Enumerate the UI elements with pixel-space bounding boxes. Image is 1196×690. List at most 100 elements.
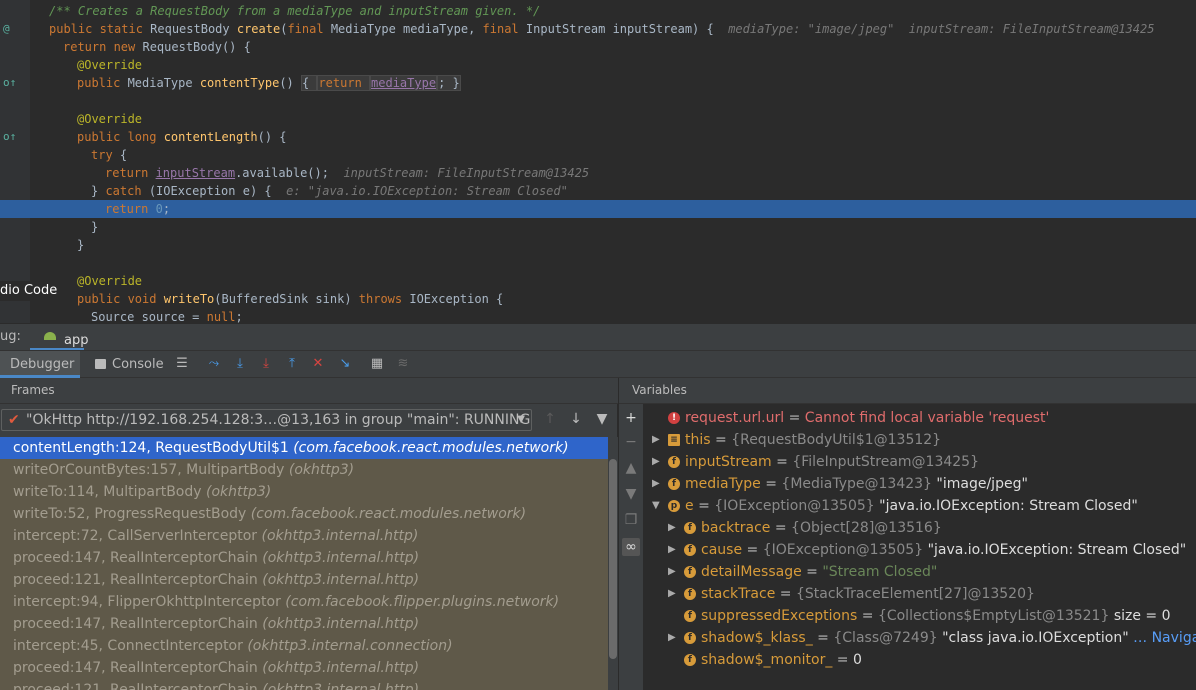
code-line[interactable]: o↑ public long contentLength() {: [0, 128, 1196, 146]
expand-arrow-icon[interactable]: ▶: [652, 473, 660, 495]
run-to-cursor-icon[interactable]: ↘: [337, 356, 353, 372]
frame-row[interactable]: intercept:72, CallServerInterceptor (okh…: [0, 525, 608, 547]
variable-row[interactable]: ▶ f mediaType = {MediaType@13423} "image/j…: [643, 473, 1196, 495]
copy-button[interactable]: ❐: [622, 511, 640, 529]
code-line[interactable]: return new RequestBody() {: [0, 38, 1196, 56]
variable-equals: =: [771, 454, 793, 470]
frames-scrollbar[interactable]: [608, 437, 618, 690]
code-line[interactable]: public void writeTo(BufferedSink sink) t…: [0, 290, 1196, 308]
expand-arrow-icon[interactable]: ▶: [668, 539, 676, 561]
next-frame-button[interactable]: ↓: [568, 411, 584, 429]
evaluate-expression-icon[interactable]: ▦: [369, 356, 385, 372]
frame-method: writeTo:114, MultipartBody: [13, 484, 206, 500]
variable-row[interactable]: ▶ f detailMessage = "Stream Closed": [643, 561, 1196, 583]
override-gutter-icon[interactable]: o↑: [3, 130, 16, 144]
variable-row[interactable]: ! request.url.url = Cannot find local var…: [643, 407, 1196, 429]
code-line[interactable]: /** Creates a RequestBody from a mediaTy…: [0, 2, 1196, 20]
code-line[interactable]: [0, 92, 1196, 110]
annotation-gutter-icon[interactable]: @: [3, 22, 10, 36]
code-token: @Override: [77, 58, 143, 72]
variable-row[interactable]: ▶ f shadow$_klass_ = {Class@7249} "class j…: [643, 627, 1196, 649]
frames-scrollbar-thumb[interactable]: [609, 459, 617, 659]
remove-watch-button[interactable]: −: [622, 433, 640, 451]
tab-console[interactable]: Console: [90, 351, 164, 378]
variable-row[interactable]: ▶ f stackTrace = {StackTraceElement[27]@13…: [643, 583, 1196, 605]
variable-name: this: [685, 432, 711, 448]
debug-session-tab[interactable]: app: [30, 324, 88, 351]
collapse-arrow-icon[interactable]: ▼: [652, 495, 660, 517]
trace-icon[interactable]: ≋: [395, 356, 411, 372]
frame-row[interactable]: writeTo:52, ProgressRequestBody (com.fac…: [0, 503, 608, 525]
code-token: public: [77, 76, 128, 90]
code-line[interactable]: } catch (IOException e) { e: "java.io.IO…: [0, 182, 1196, 200]
code-token: {: [301, 75, 318, 91]
show-execution-point-icon[interactable]: ⤳: [206, 356, 222, 372]
code-token: MediaType mediaType,: [330, 22, 483, 36]
console-icon: [95, 359, 106, 369]
frame-row[interactable]: intercept:45, ConnectInterceptor (okhttp…: [0, 635, 608, 657]
menu-icon[interactable]: ☰: [174, 356, 190, 372]
field-icon: f: [668, 478, 680, 490]
step-into-icon[interactable]: ⤓: [258, 356, 274, 372]
frame-package: (okhttp3): [206, 484, 272, 500]
variable-name: stackTrace: [701, 586, 776, 602]
expand-arrow-icon[interactable]: ▶: [652, 429, 660, 451]
code-line[interactable]: @Override: [0, 272, 1196, 290]
frame-package: (okhttp3.internal.http): [262, 616, 420, 632]
expand-arrow-icon[interactable]: ▶: [668, 517, 676, 539]
frame-row[interactable]: writeOrCountBytes:157, MultipartBody (ok…: [0, 459, 608, 481]
code-token: /** Creates a RequestBody from a mediaTy…: [49, 4, 541, 18]
step-out-icon[interactable]: ⤒: [284, 356, 300, 372]
frame-row[interactable]: proceed:121, RealInterceptorChain (okhtt…: [0, 679, 608, 690]
code-line[interactable]: @ public static RequestBody create(final …: [0, 20, 1196, 38]
variables-title: Variables: [632, 383, 687, 397]
frame-row[interactable]: proceed:147, RealInterceptorChain (okhtt…: [0, 657, 608, 679]
expand-arrow-icon[interactable]: ▶: [652, 451, 660, 473]
frame-row[interactable]: writeTo:114, MultipartBody (okhttp3): [0, 481, 608, 503]
override-gutter-icon[interactable]: o↑: [3, 76, 16, 90]
tab-debugger[interactable]: Debugger: [0, 351, 80, 378]
drop-frame-icon[interactable]: ✕: [310, 356, 326, 372]
variables-side-toolbar: + − ▲ ▼ ❐ ∞: [619, 404, 643, 690]
frames-list[interactable]: contentLength:124, RequestBodyUtil$1 (co…: [0, 437, 608, 690]
frame-row[interactable]: proceed:121, RealInterceptorChain (okhtt…: [0, 569, 608, 591]
frame-row[interactable]: contentLength:124, RequestBodyUtil$1 (co…: [0, 437, 608, 459]
code-line[interactable]: return 0;: [0, 200, 1196, 218]
move-up-button[interactable]: ▲: [622, 459, 640, 477]
thread-selector[interactable]: ✔ "OkHttp http://192.168.254.128:3…@13,1…: [1, 409, 532, 431]
variable-row[interactable]: ▶ f backtrace = {Object[28]@13516}: [643, 517, 1196, 539]
variable-row[interactable]: ▶ ≡ this = {RequestBodyUtil$1@13512}: [643, 429, 1196, 451]
variable-row[interactable]: f suppressedExceptions = {Collections$Emp…: [643, 605, 1196, 627]
code-line[interactable]: try {: [0, 146, 1196, 164]
show-watches-toggle[interactable]: ∞: [622, 538, 640, 556]
code-line[interactable]: }: [0, 236, 1196, 254]
filter-icon[interactable]: ▼: [594, 411, 610, 429]
code-line[interactable]: Source source = null;: [0, 308, 1196, 323]
variable-row[interactable]: f shadow$_monitor_ = 0: [643, 649, 1196, 671]
step-over-icon[interactable]: ⤓: [232, 356, 248, 372]
code-line[interactable]: @Override: [0, 56, 1196, 74]
code-line[interactable]: o↑ public MediaType contentType() { retur…: [0, 74, 1196, 92]
variable-row[interactable]: ▶ f inputStream = {FileInputStream@13425}: [643, 451, 1196, 473]
add-watch-button[interactable]: +: [622, 409, 640, 427]
expand-arrow-icon[interactable]: ▶: [668, 561, 676, 583]
code-token: ; }: [437, 75, 461, 91]
frame-row[interactable]: proceed:147, RealInterceptorChain (okhtt…: [0, 547, 608, 569]
frame-row[interactable]: intercept:94, FlipperOkhttpInterceptor (…: [0, 591, 608, 613]
previous-frame-button[interactable]: ↑: [542, 411, 558, 429]
move-down-button[interactable]: ▼: [622, 485, 640, 503]
code-line[interactable]: [0, 254, 1196, 272]
code-line[interactable]: return inputStream.available(); inputStr…: [0, 164, 1196, 182]
variable-row[interactable]: ▶ f cause = {IOException@13505} "java.io.I…: [643, 539, 1196, 561]
code-line[interactable]: @Override: [0, 110, 1196, 128]
expand-arrow-icon[interactable]: ▶: [668, 627, 676, 649]
code-token: contentType: [199, 76, 280, 90]
frame-row[interactable]: proceed:147, RealInterceptorChain (okhtt…: [0, 613, 608, 635]
variable-row[interactable]: ▼ p e = {IOException@13505} "java.io.IOExc…: [643, 495, 1196, 517]
code-line[interactable]: }: [0, 218, 1196, 236]
variable-name: detailMessage: [701, 564, 802, 580]
expand-arrow-icon[interactable]: ▶: [668, 583, 676, 605]
code-editor[interactable]: /** Creates a RequestBody from a mediaTy…: [0, 0, 1196, 323]
variable-content: mediaType = {MediaType@13423} "image/jpe…: [685, 473, 1028, 495]
navigate-link[interactable]: … Navigate: [1129, 630, 1196, 646]
